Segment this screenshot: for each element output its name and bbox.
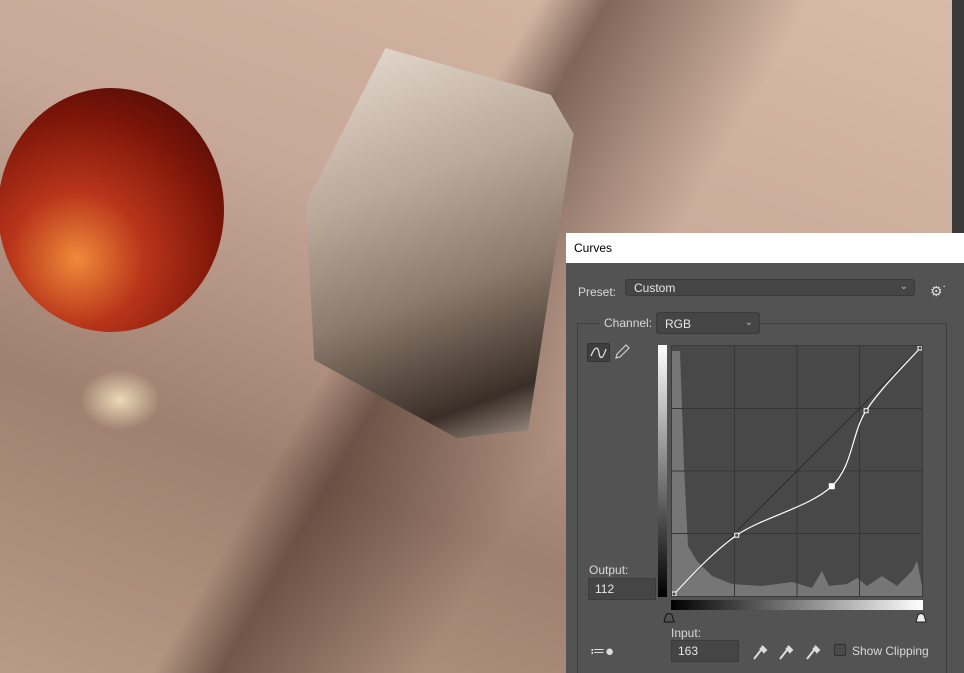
white-eyedropper-icon[interactable] [805, 643, 821, 661]
workspace-edge [952, 0, 964, 233]
preset-value: Custom [634, 281, 676, 295]
output-field[interactable]: 112 [588, 578, 656, 600]
show-clipping-checkbox[interactable] [834, 644, 846, 656]
red-sphere-photo [0, 88, 224, 332]
chevron-down-icon: ⌄ [744, 317, 753, 328]
dialog-title[interactable]: Curves [566, 233, 964, 263]
show-clipping-label[interactable]: Show Clipping [852, 644, 929, 658]
preset-select[interactable]: Custom ⌄ [625, 279, 915, 296]
curve-control-point[interactable] [917, 346, 922, 351]
curve-control-point[interactable] [734, 532, 740, 538]
white-point-slider[interactable] [915, 612, 927, 623]
black-eyedropper-icon[interactable] [752, 643, 768, 661]
curve-edit-button[interactable] [587, 343, 610, 362]
curve-control-point[interactable] [672, 591, 677, 596]
input-label: Input: [671, 626, 702, 640]
curve-wave-icon [590, 347, 607, 359]
pencil-icon[interactable] [613, 343, 631, 361]
output-gradient-bar [658, 345, 667, 597]
curve-control-point[interactable] [863, 408, 869, 414]
auto-adjust-icon[interactable]: ≔● [590, 642, 614, 660]
gray-eyedropper-icon[interactable] [778, 643, 794, 661]
curve-control-point[interactable] [828, 483, 835, 490]
gear-icon[interactable]: ⚙˙ [930, 283, 947, 300]
channel-select[interactable]: RGB ⌄ [656, 312, 760, 334]
output-label: Output: [589, 563, 629, 577]
channel-value: RGB [665, 317, 692, 331]
chevron-down-icon: ⌄ [899, 281, 908, 292]
curve-graph[interactable] [671, 345, 923, 597]
input-field[interactable]: 163 [671, 640, 739, 662]
preset-label: Preset: [578, 285, 617, 299]
channel-label: Channel: [600, 316, 657, 330]
curve-svg[interactable] [672, 346, 922, 596]
curves-dialog: Curves Preset: Custom ⌄ ⚙˙ Channel: RGB … [566, 233, 964, 673]
input-gradient-bar [671, 600, 923, 610]
black-point-slider[interactable] [663, 612, 675, 623]
